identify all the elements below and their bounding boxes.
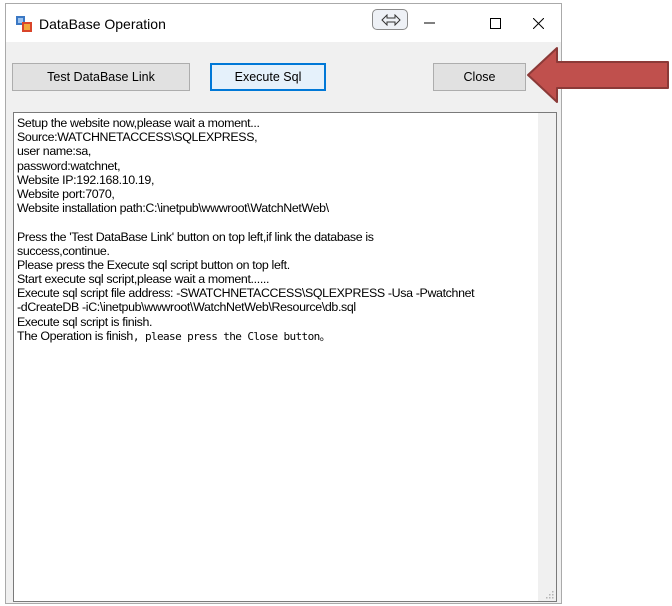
- vertical-scrollbar[interactable]: [538, 113, 556, 601]
- log-final-suffix: , please press the Close button。: [132, 329, 331, 343]
- log-line: Setup the website now,please wait a mome…: [17, 116, 260, 130]
- log-line: Execute sql script file address: -SWATCH…: [17, 286, 475, 301]
- execute-sql-button[interactable]: Execute Sql: [210, 63, 326, 91]
- log-line: password:watchnet,: [17, 158, 121, 173]
- log-final-prefix: The Operation is finish: [17, 328, 133, 343]
- pointer-arrow-icon: [527, 47, 669, 103]
- log-line-final: The Operation is finish, please press th…: [17, 329, 538, 343]
- database-operation-window: DataBase Operation Test DataBase Link Ex…: [5, 3, 562, 604]
- log-line: Website IP:192.168.10.19,: [17, 172, 155, 187]
- log-line: -dCreateDB -iC:\inetpub\wwwroot\WatchNet…: [17, 300, 356, 315]
- minimize-button[interactable]: [406, 4, 452, 42]
- log-lines: Setup the website now,please wait a mome…: [17, 116, 538, 343]
- log-line: Website installation path:C:\inetpub\www…: [17, 201, 329, 216]
- close-icon: [533, 18, 544, 29]
- maximize-icon: [490, 18, 501, 29]
- close-button[interactable]: Close: [433, 63, 526, 91]
- log-line: Start execute sql script,please wait a m…: [17, 272, 270, 287]
- log-line: Press the 'Test DataBase Link' button on…: [17, 229, 374, 244]
- log-textarea[interactable]: Setup the website now,please wait a mome…: [13, 112, 557, 602]
- log-line: Website port:7070,: [17, 186, 115, 201]
- swap-arrows-icon[interactable]: [372, 9, 408, 30]
- window-close-button[interactable]: [515, 4, 561, 42]
- app-window-icon: [16, 16, 32, 32]
- size-grip-icon[interactable]: [544, 589, 554, 599]
- title-bar[interactable]: DataBase Operation: [6, 4, 561, 42]
- window-title: DataBase Operation: [39, 16, 166, 32]
- minimize-icon: [424, 22, 435, 24]
- log-line: Source:WATCHNETACCESS\SQLEXPRESS,: [17, 130, 258, 145]
- test-database-link-button[interactable]: Test DataBase Link: [12, 63, 190, 91]
- log-line: Execute sql script is finish.: [17, 314, 153, 329]
- log-line: success,continue.: [17, 243, 110, 258]
- log-line: Please press the Execute sql script butt…: [17, 257, 290, 272]
- maximize-button[interactable]: [472, 4, 518, 42]
- log-line: user name:sa,: [17, 144, 91, 159]
